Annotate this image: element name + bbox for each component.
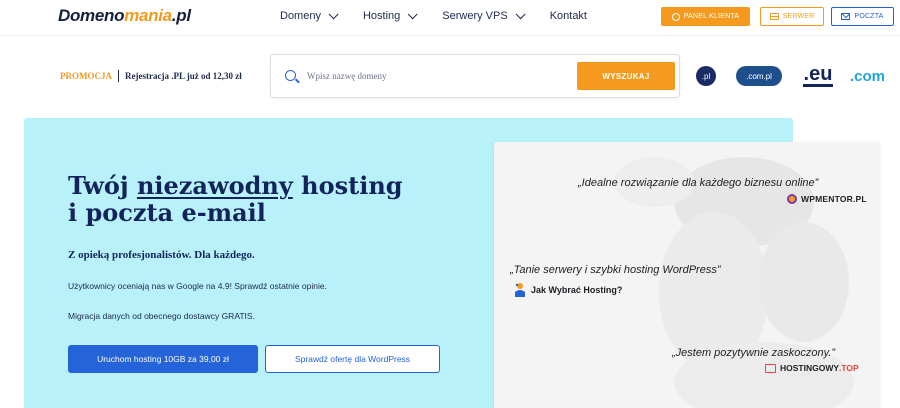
jak-wybrac-hosting-logo: Jak Wybrać Hosting? bbox=[513, 282, 622, 298]
nav-item-kontakt[interactable]: Kontakt bbox=[550, 10, 587, 22]
domain-search-box: WYSZUKAJ bbox=[270, 54, 680, 98]
page: Domenomania.pl Domeny Hosting Serwery VP… bbox=[0, 0, 900, 408]
wpmentor-logo: WPMENTOR.PL bbox=[787, 194, 867, 204]
chevron-down-icon bbox=[515, 8, 526, 19]
hero-title-underlined: niezawodny bbox=[136, 171, 293, 200]
tld-eu-badge[interactable]: .eu bbox=[800, 60, 836, 90]
hero-subtitle: Z opieką profesjonalistów. Dla każdego. bbox=[68, 249, 255, 261]
nav-item-serwery-vps[interactable]: Serwery VPS bbox=[442, 8, 526, 22]
client-panel-button[interactable]: PANEL KLIENTA bbox=[661, 7, 750, 26]
main-nav: Domeny Hosting Serwery VPS Kontakt bbox=[280, 8, 615, 22]
wordpress-offer-button[interactable]: Sprawdź ofertę dla WordPress bbox=[265, 345, 440, 373]
promo-text: Rejestracja .PL już od 12,30 zł bbox=[125, 71, 242, 81]
hero-title-post: hosting bbox=[292, 171, 403, 200]
server-icon bbox=[769, 13, 779, 20]
hero-title-line2: i poczta e-mail bbox=[68, 198, 266, 227]
chevron-down-icon bbox=[328, 8, 339, 19]
search-icon bbox=[285, 70, 296, 81]
chevron-down-icon bbox=[407, 8, 418, 19]
hostingowy-top-logo: HOSTINGOWY .TOP bbox=[765, 363, 859, 373]
mail-label: POCZTA bbox=[854, 13, 884, 20]
tld-pl-badge[interactable]: .pl bbox=[696, 66, 716, 86]
jak-wybrac-hosting-label: Jak Wybrać Hosting? bbox=[531, 285, 623, 295]
logo-accent: mania bbox=[124, 6, 172, 25]
tld-eu-label: .eu bbox=[803, 63, 833, 85]
client-panel-label: PANEL KLIENTA bbox=[683, 13, 740, 20]
tld-eu-underline bbox=[803, 84, 833, 87]
wpmentor-icon bbox=[787, 194, 797, 204]
hostingowy-top-label: .TOP bbox=[839, 363, 859, 373]
tld-com-badge[interactable]: .com bbox=[850, 66, 900, 86]
nav-item-hosting[interactable]: Hosting bbox=[362, 8, 418, 22]
nav-item-label: Kontakt bbox=[549, 10, 587, 22]
logo-tld: .pl bbox=[171, 6, 191, 25]
testimonial-quote: „Tanie serwery i szybki hosting WordPres… bbox=[510, 264, 721, 276]
testimonial-quote: „Idealne rozwiązanie dla każdego biznesu… bbox=[578, 177, 819, 189]
tv-icon bbox=[765, 363, 776, 373]
person-icon bbox=[515, 283, 525, 297]
hero-title-pre: Twój bbox=[68, 171, 137, 200]
hostingowy-label: HOSTINGOWY bbox=[780, 363, 840, 373]
nav-item-domeny[interactable]: Domeny bbox=[280, 8, 339, 22]
user-icon bbox=[671, 12, 680, 21]
server-button[interactable]: SERWER bbox=[760, 7, 824, 26]
hero-title: Twój niezawodny hosting i poczta e-mail bbox=[68, 172, 488, 226]
hero-migration-text: Migracja danych od obecnego dostawcy GRA… bbox=[68, 311, 255, 321]
logo-main: Domeno bbox=[58, 6, 125, 25]
promo-banner: PROMOCJA Rejestracja .PL już od 12,30 zł bbox=[60, 70, 242, 82]
nav-item-label: Serwery VPS bbox=[442, 10, 508, 22]
wpmentor-label: WPMENTOR.PL bbox=[801, 194, 867, 204]
mail-button[interactable]: POCZTA bbox=[831, 7, 894, 26]
promo-tag: PROMOCJA bbox=[60, 71, 112, 81]
nav-item-label: Domeny bbox=[280, 10, 321, 22]
nav-item-label: Hosting bbox=[362, 10, 401, 22]
search-button[interactable]: WYSZUKAJ bbox=[577, 62, 675, 90]
testimonial-quote: „Jestem pozytywnie zaskoczony.” bbox=[672, 347, 836, 359]
server-label: SERWER bbox=[782, 13, 815, 20]
mail-icon bbox=[841, 13, 851, 20]
launch-hosting-button[interactable]: Uruchom hosting 10GB za 39,00 zł bbox=[68, 345, 258, 373]
domain-search-input[interactable] bbox=[307, 68, 557, 84]
promo-divider bbox=[118, 70, 119, 82]
top-navbar: Domenomania.pl Domeny Hosting Serwery VP… bbox=[0, 0, 900, 36]
site-logo[interactable]: Domenomania.pl bbox=[58, 6, 191, 26]
hero-rating-text: Użytkownicy oceniają nas w Google na 4.9… bbox=[68, 281, 327, 291]
tld-com-pl-badge[interactable]: .com.pl bbox=[736, 66, 782, 86]
